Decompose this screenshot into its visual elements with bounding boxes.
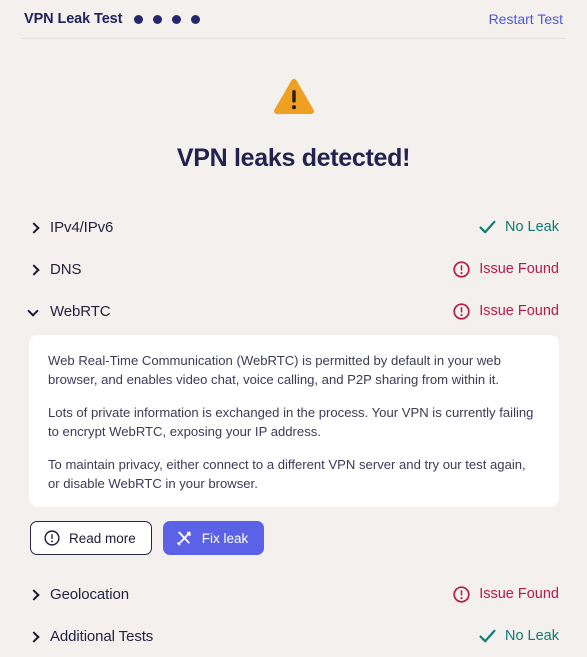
page-title: VPN Leak Test: [24, 11, 123, 27]
exclamation-circle-icon: [453, 302, 470, 320]
fix-leak-label: Fix leak: [201, 530, 249, 546]
sidebar-item-label: Geolocation: [50, 585, 129, 603]
accordion-row-label-group: WebRTC: [29, 303, 111, 320]
accordion-row-geolocation[interactable]: Geolocation Issue Found: [29, 573, 559, 615]
check-icon: [479, 220, 496, 235]
chevron-right-icon: [29, 262, 39, 276]
accordion-row-label-group: IPv4/IPv6: [29, 219, 113, 236]
status-badge-webrtc: Issue Found: [453, 302, 559, 320]
progress-dot: [134, 14, 144, 24]
remaining-tests-group: Geolocation Issue Found Additional Tests…: [29, 555, 559, 657]
webrtc-paragraph-3: To maintain privacy, either connect to a…: [48, 457, 526, 491]
warning-triangle-icon: [0, 77, 587, 122]
exclamation-circle-icon: [453, 585, 470, 603]
status-text: Issue Found: [479, 303, 559, 319]
progress-dot: [191, 14, 201, 24]
read-more-button[interactable]: Read more: [30, 521, 152, 555]
status-badge-ipv4-ipv6: No Leak: [479, 219, 559, 235]
sidebar-item-label: WebRTC: [50, 302, 111, 320]
webrtc-paragraph-1: Web Real-Time Communication (WebRTC) is …: [48, 353, 501, 387]
vpn-leak-test-page: VPN Leak Test Restart Test VPN leaks det…: [0, 0, 587, 645]
fix-leak-button[interactable]: Fix leak: [162, 521, 265, 555]
restart-test-link[interactable]: Restart Test: [489, 11, 563, 27]
sidebar-item-label: DNS: [50, 260, 82, 278]
webrtc-paragraph-2: Lots of private information is exchanged…: [48, 405, 534, 439]
status-text: Issue Found: [479, 261, 559, 277]
accordion-row-additional-tests[interactable]: Additional Tests No Leak: [29, 615, 559, 657]
chevron-right-icon: [29, 629, 39, 643]
exclamation-circle-icon: [453, 260, 470, 278]
page-header: VPN Leak Test Restart Test: [0, 0, 587, 38]
accordion-row-label-group: Geolocation: [29, 586, 129, 603]
progress-dot: [153, 14, 163, 24]
accordion-row-dns[interactable]: DNS Issue Found: [29, 248, 559, 290]
status-badge-geolocation: Issue Found: [453, 585, 559, 603]
hero-title: VPN leaks detected!: [176, 144, 411, 172]
accordion-row-ipv4-ipv6[interactable]: IPv4/IPv6 No Leak: [29, 206, 559, 248]
test-results-accordion: IPv4/IPv6 No Leak DNS Issue Found WebRTC…: [0, 206, 587, 657]
status-text: No Leak: [504, 219, 559, 235]
check-icon: [479, 629, 496, 644]
accordion-row-label-group: DNS: [29, 261, 81, 278]
hammer-wrench-icon: [176, 530, 193, 547]
header-left-group: VPN Leak Test: [24, 11, 201, 27]
status-text: Issue Found: [479, 586, 559, 602]
status-badge-additional-tests: No Leak: [479, 628, 559, 644]
accordion-row-label-group: Additional Tests: [29, 628, 153, 645]
sidebar-item-label: IPv4/IPv6: [50, 218, 114, 236]
exclamation-circle-icon: [44, 530, 60, 546]
hero-section: VPN leaks detected!: [0, 39, 587, 173]
webrtc-detail-panel: Web Real-Time Communication (WebRTC) is …: [29, 335, 559, 507]
status-badge-dns: Issue Found: [453, 260, 559, 278]
sidebar-item-label: Additional Tests: [50, 627, 154, 645]
chevron-right-icon: [29, 587, 39, 601]
progress-dot: [172, 14, 182, 24]
status-text: No Leak: [504, 628, 559, 644]
chevron-down-icon: [29, 304, 39, 318]
webrtc-actions: Read more Fix leak: [29, 521, 559, 555]
progress-dots: [134, 14, 201, 24]
accordion-row-webrtc[interactable]: WebRTC Issue Found: [29, 290, 559, 332]
chevron-right-icon: [29, 220, 39, 234]
read-more-label: Read more: [69, 530, 136, 546]
